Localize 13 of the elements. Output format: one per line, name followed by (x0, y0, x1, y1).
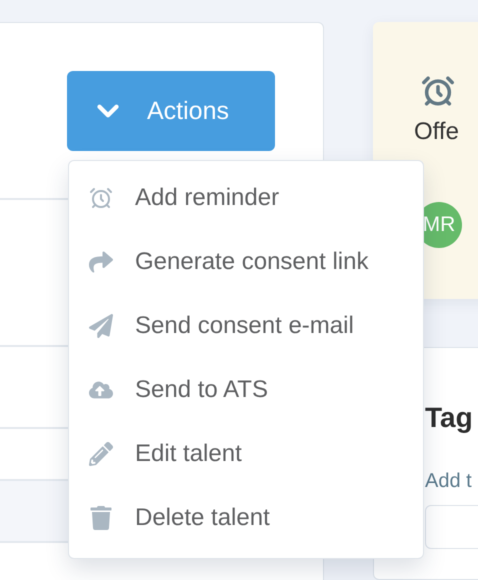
paper-plane-icon (89, 314, 113, 338)
menu-item[interactable]: Send consent e-mail (69, 294, 423, 358)
alarm-clock-icon (89, 186, 113, 210)
alarm-clock-icon (421, 74, 455, 108)
trash-icon (89, 506, 113, 530)
tags-title: Tag (425, 402, 473, 434)
menu-item[interactable]: Edit talent (69, 422, 423, 486)
menu-item[interactable]: Send to ATS (69, 358, 423, 422)
share-arrow-icon (89, 250, 113, 274)
status-label: Offe (414, 118, 459, 146)
add-tag-link[interactable]: Add t (425, 470, 472, 492)
pencil-icon (89, 442, 113, 466)
menu-item[interactable]: Delete talent (69, 486, 423, 550)
